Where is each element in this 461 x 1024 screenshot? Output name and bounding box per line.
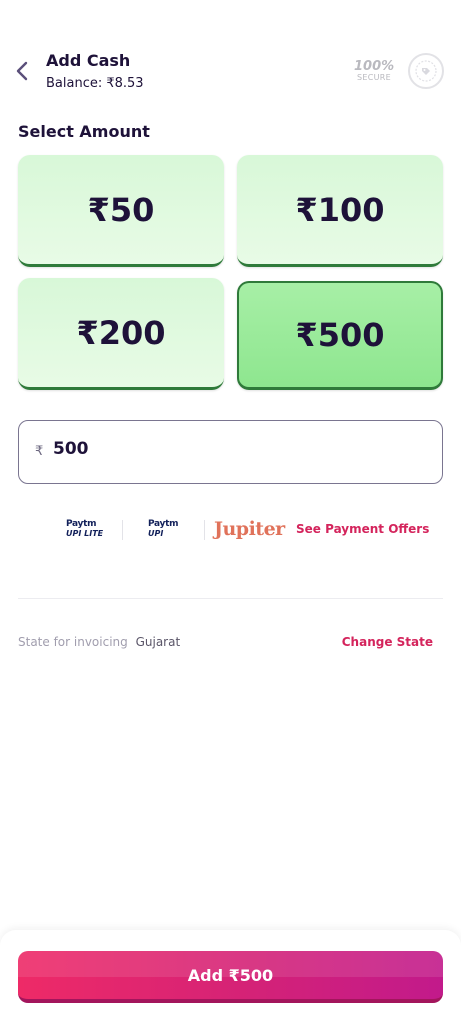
amount-field[interactable]: ₹ [18,420,443,484]
secure-percent: 100% [354,59,395,74]
paytm-brand: Paytm [66,519,97,529]
add-cash-button-label: Add ₹500 [187,965,274,985]
balance-text: Balance: ₹8.53 [46,76,144,91]
header: Add Cash Balance: ₹8.53 100% SECURE [0,0,461,110]
paytm-upi-logo: Paytm UPI [148,519,179,539]
change-state-link[interactable]: Change State [342,635,433,649]
amount-option-500[interactable]: ₹500 [237,281,443,390]
amount-input[interactable] [53,439,413,459]
jupiter-logo: Jupiter [214,518,285,540]
amount-option-100[interactable]: ₹100 [237,155,443,267]
page-title: Add Cash [46,51,131,70]
see-payment-offers-link[interactable]: See Payment Offers [296,522,429,536]
divider [122,520,123,540]
select-amount-heading: Select Amount [18,122,150,141]
chevron-left-icon [16,61,28,81]
back-button[interactable] [10,57,34,85]
paytm-brand: Paytm [148,519,179,529]
add-cash-button[interactable]: Add ₹500 [18,951,443,1003]
amount-option-200[interactable]: ₹200 [18,278,224,390]
invoice-state-label: State for invoicing [18,635,128,649]
invoice-state-row: State for invoicing Gujarat Change State [18,635,443,653]
paytm-upi-sub: UPI [148,529,164,538]
secure-text: SECURE [357,73,391,82]
paytm-upi-lite-sub: UPI LITE [66,529,104,538]
divider [204,520,205,540]
payment-offers-row: Paytm UPI LITE Paytm UPI Jupiter See Pay… [64,516,434,544]
paytm-upi-lite-logo: Paytm UPI LITE [66,519,104,539]
bottom-bar: Add ₹500 [0,930,461,1024]
currency-symbol: ₹ [35,444,44,459]
amount-option-50[interactable]: ₹50 [18,155,224,267]
secure-badge-icon [408,53,444,89]
invoice-state-value: Gujarat [135,635,181,649]
section-divider [18,598,443,599]
secure-label: 100% SECURE [354,60,394,82]
